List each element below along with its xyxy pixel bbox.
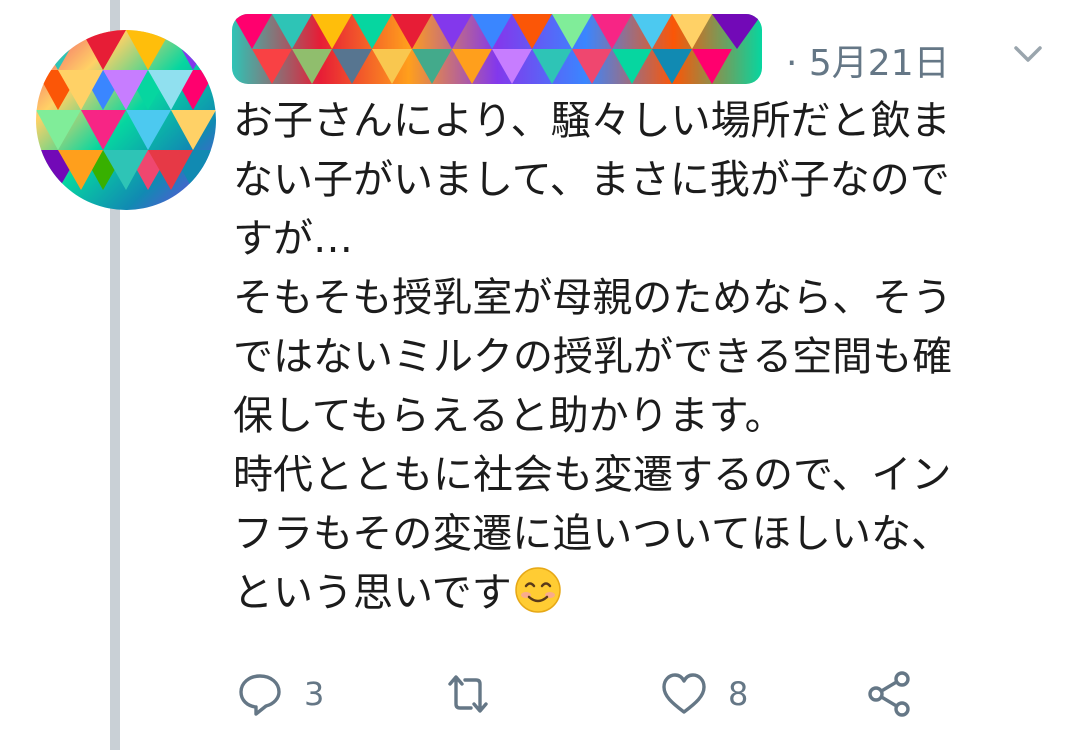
reply-icon xyxy=(239,674,281,716)
tweet-text-line: フラもその変遷に追いついてほしいな、 xyxy=(233,511,951,557)
tweet-text-line: お子さんにより、騒々しい場所だと飲ま xyxy=(233,98,951,144)
retweet-button[interactable] xyxy=(444,668,512,720)
tweet-text-line: すが… xyxy=(233,216,353,262)
tweet-text-line: ない子がいまして、まさに我が子なので xyxy=(233,157,950,203)
like-count: 8 xyxy=(728,675,749,713)
name-mosaic-pattern xyxy=(232,14,762,84)
heart-icon xyxy=(662,673,706,714)
tweet-text-last-line: という思いです xyxy=(233,564,1063,623)
tweet-text: お子さんにより、騒々しい場所だと飲ま ない子がいまして、まさに我が子なので すが… xyxy=(233,92,1063,623)
redacted-user-name[interactable] xyxy=(232,14,762,84)
tweet-text-line: という思いです xyxy=(233,570,512,616)
chevron-down-icon[interactable] xyxy=(1010,42,1046,66)
reply-button[interactable]: 3 xyxy=(236,668,324,720)
smiling-face-icon xyxy=(515,567,561,613)
share-icon xyxy=(868,671,910,717)
retweet-icon xyxy=(448,675,488,713)
avatar[interactable] xyxy=(36,30,216,210)
reply-count: 3 xyxy=(304,675,325,713)
tweet-text-line: そもそも授乳室が母親のためなら、そう xyxy=(233,275,953,321)
share-button[interactable] xyxy=(866,668,914,720)
tweet-text-line: ではないミルクの授乳ができる空間も確 xyxy=(233,334,953,380)
like-button[interactable]: 8 xyxy=(660,668,748,720)
tweet-text-line: 時代とともに社会も変遷するので、イン xyxy=(233,452,952,498)
tweet-text-line: 保してもらえると助かります。 xyxy=(233,393,785,439)
tweet-timestamp[interactable]: · 5月21日 xyxy=(786,34,950,86)
avatar-mosaic xyxy=(36,30,216,190)
